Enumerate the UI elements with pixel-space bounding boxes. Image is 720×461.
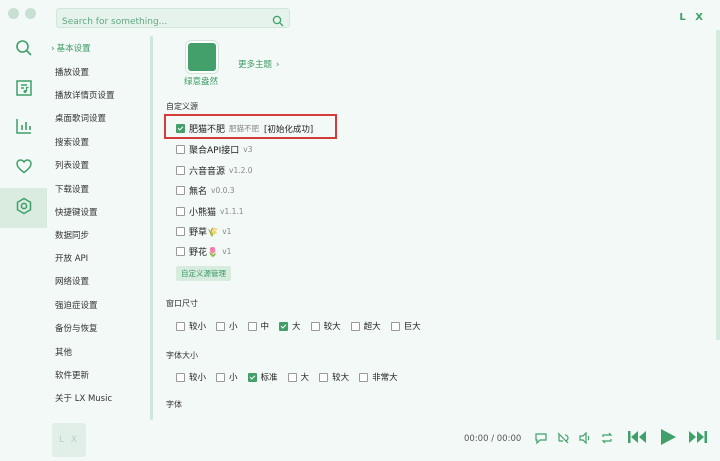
font-size-option[interactable]: 小 bbox=[216, 371, 238, 383]
playlist-icon bbox=[15, 79, 33, 101]
heart-icon bbox=[15, 157, 33, 179]
app-brand: L X bbox=[679, 12, 706, 23]
window-size-option[interactable]: 中 bbox=[247, 320, 269, 332]
play-icon[interactable] bbox=[658, 427, 678, 451]
window-close-dot[interactable] bbox=[8, 8, 19, 19]
theme-swatch[interactable] bbox=[188, 43, 216, 71]
sidebar-item-desktop-lyric[interactable]: 桌面歌词设置 bbox=[55, 112, 106, 124]
sidebar-item-backup[interactable]: 备份与恢复 bbox=[55, 322, 98, 334]
sidebar-scrollbar[interactable] bbox=[150, 36, 153, 420]
search-icon bbox=[15, 39, 33, 61]
font-size-title: 字体大小 bbox=[166, 351, 198, 360]
window-size-options: 较小 小 中 大 较大 超大 巨大 bbox=[176, 320, 431, 332]
source-checkbox[interactable] bbox=[176, 186, 185, 195]
sidebar-item-other[interactable]: 其他 bbox=[55, 346, 72, 358]
window-size-option[interactable]: 较大 bbox=[310, 320, 341, 332]
source-item[interactable]: 六音音源 v1.2.0 bbox=[176, 164, 253, 177]
settings-content: 绿意盎然 更多主题 › 自定义源 肥猫不肥 肥猫不肥 [初始化成功] 聚合API接… bbox=[156, 30, 714, 420]
sidebar-item-about[interactable]: 关于 LX Music bbox=[55, 392, 112, 404]
font-size-options: 较小 小 标准 大 较大 非常大 bbox=[176, 371, 408, 383]
lyric-off-icon[interactable] bbox=[556, 430, 570, 449]
chevron-right-icon: › bbox=[51, 44, 55, 54]
source-item[interactable]: 肥猫不肥 肥猫不肥 [初始化成功] bbox=[176, 122, 313, 135]
sidebar-item-sync[interactable]: 数据同步 bbox=[55, 229, 89, 241]
source-status: [初始化成功] bbox=[264, 124, 314, 135]
source-checkbox[interactable] bbox=[176, 247, 185, 256]
bar-chart-icon bbox=[15, 117, 33, 139]
sidebar-item-odc[interactable]: 强迫症设置 bbox=[55, 299, 98, 311]
source-checkbox[interactable] bbox=[176, 227, 185, 236]
source-checkbox[interactable] bbox=[176, 207, 185, 216]
source-checkbox[interactable] bbox=[176, 145, 185, 154]
font-size-option[interactable]: 非常大 bbox=[359, 371, 398, 383]
sidebar-item-network[interactable]: 网络设置 bbox=[55, 275, 89, 287]
source-item[interactable]: 聚合API接口 v3 bbox=[176, 143, 252, 156]
rail-leaderboard[interactable] bbox=[0, 108, 47, 148]
window-size-option[interactable]: 较小 bbox=[176, 320, 206, 332]
source-checkbox[interactable] bbox=[176, 124, 185, 133]
nav-rail bbox=[0, 30, 47, 420]
sidebar-item-download[interactable]: 下载设置 bbox=[55, 183, 89, 195]
chevron-right-icon: › bbox=[276, 60, 280, 70]
source-item[interactable]: 野草🌾 v1 bbox=[176, 225, 231, 238]
font-size-option[interactable]: 大 bbox=[287, 371, 309, 383]
sidebar-item-search[interactable]: 搜索设置 bbox=[55, 136, 89, 148]
window-minimize-dot[interactable] bbox=[25, 8, 36, 19]
window-controls bbox=[8, 8, 36, 19]
rail-favorites[interactable] bbox=[0, 148, 47, 188]
rail-settings[interactable] bbox=[0, 188, 47, 228]
next-icon[interactable] bbox=[688, 428, 708, 450]
rail-songlist[interactable] bbox=[0, 70, 47, 110]
window-size-title: 窗口尺寸 bbox=[166, 299, 198, 308]
source-item[interactable]: 野花🌷 v1 bbox=[176, 245, 231, 258]
repeat-icon[interactable] bbox=[600, 430, 614, 449]
sidebar-item-list[interactable]: 列表设置 bbox=[55, 159, 89, 171]
font-size-option[interactable]: 标准 bbox=[247, 371, 278, 383]
font-title: 字体 bbox=[166, 400, 182, 409]
font-size-option[interactable]: 较小 bbox=[176, 371, 206, 383]
source-item[interactable]: 小熊猫 v1.1.1 bbox=[176, 205, 244, 218]
window-size-option[interactable]: 巨大 bbox=[390, 320, 421, 332]
window-size-option[interactable]: 小 bbox=[216, 320, 238, 332]
settings-sidebar: › 基本设置 播放设置 播放详情页设置 桌面歌词设置 搜索设置 列表设置 下载设置… bbox=[47, 30, 153, 420]
volume-icon[interactable] bbox=[578, 430, 592, 449]
custom-source-title: 自定义源 bbox=[166, 102, 198, 111]
more-themes-link[interactable]: 更多主题 › bbox=[238, 58, 279, 70]
theme-name: 绿意盎然 bbox=[184, 77, 219, 87]
play-time: 00:00 / 00:00 bbox=[464, 434, 522, 444]
settings-icon bbox=[15, 197, 33, 219]
rail-search[interactable] bbox=[0, 30, 47, 70]
window-size-option[interactable]: 大 bbox=[279, 320, 301, 332]
sidebar-item-open-api[interactable]: 开放 API bbox=[55, 252, 88, 264]
search-icon[interactable] bbox=[272, 12, 284, 31]
sidebar-item-play-detail[interactable]: 播放详情页设置 bbox=[55, 89, 115, 101]
sidebar-item-basic[interactable]: › 基本设置 bbox=[51, 42, 91, 54]
content-scrollbar[interactable] bbox=[716, 30, 720, 340]
album-cover-placeholder[interactable]: L X bbox=[52, 423, 86, 457]
source-item[interactable]: 無名 v0.0.3 bbox=[176, 184, 235, 197]
font-size-option[interactable]: 较大 bbox=[319, 371, 349, 383]
search-box[interactable] bbox=[56, 8, 290, 31]
window-size-option[interactable]: 超大 bbox=[350, 320, 381, 332]
search-input[interactable] bbox=[57, 13, 257, 31]
sidebar-item-update[interactable]: 软件更新 bbox=[55, 369, 89, 381]
custom-source-manage-button[interactable]: 自定义源管理 bbox=[176, 266, 231, 281]
comment-icon[interactable] bbox=[534, 430, 548, 449]
source-checkbox[interactable] bbox=[176, 166, 185, 175]
sidebar-item-hotkey[interactable]: 快捷键设置 bbox=[55, 206, 98, 218]
previous-icon[interactable] bbox=[627, 428, 647, 450]
sidebar-item-playback[interactable]: 播放设置 bbox=[55, 66, 89, 78]
